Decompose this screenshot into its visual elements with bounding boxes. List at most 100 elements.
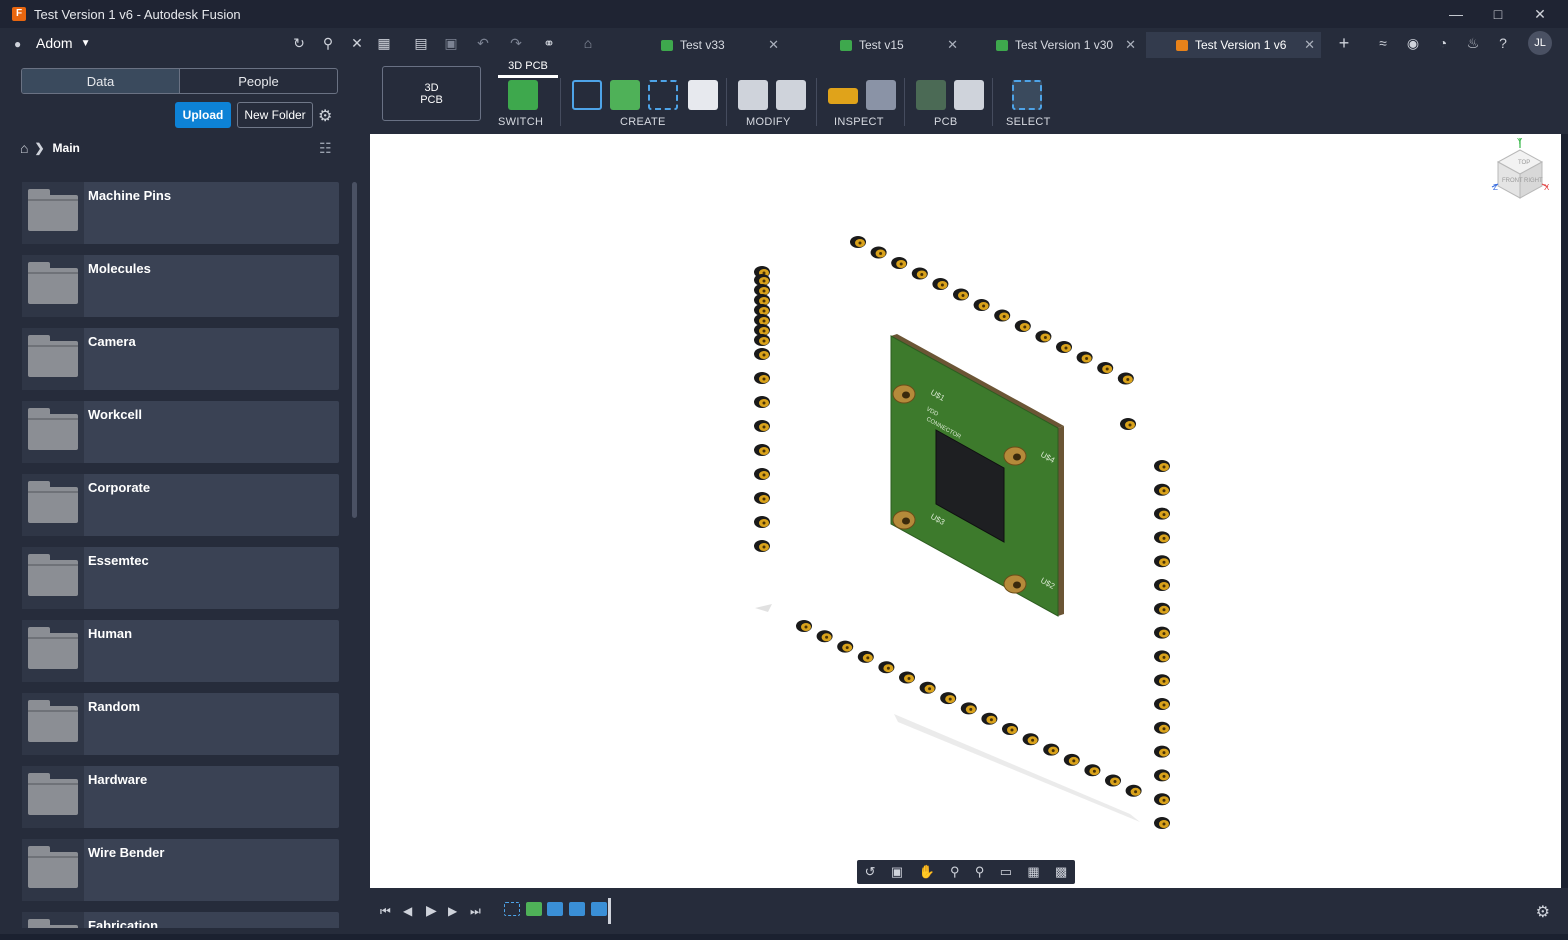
create-menu[interactable]: CREATE (620, 116, 666, 128)
pcb-menu[interactable]: PCB (934, 116, 958, 128)
folder-item[interactable]: Machine Pins (22, 182, 339, 244)
machine-pin[interactable] (796, 620, 812, 632)
machine-pin[interactable] (1097, 362, 1114, 374)
undo-icon[interactable]: ↶ (470, 30, 496, 56)
machine-pin[interactable] (1043, 743, 1060, 756)
machine-pin[interactable] (857, 650, 874, 663)
switch-menu[interactable]: SWITCH (498, 116, 543, 128)
app-grid-icon[interactable]: ▦ (371, 30, 397, 56)
machine-pin[interactable] (1154, 483, 1170, 496)
folder-item[interactable]: Random (22, 693, 339, 755)
machine-pin[interactable] (1120, 418, 1136, 430)
link-icon[interactable]: ⚭ (536, 30, 562, 56)
select-window-icon[interactable] (1012, 80, 1042, 110)
folder-item[interactable]: Wire Bender (22, 839, 339, 901)
minimize-icon[interactable]: — (1434, 0, 1478, 28)
tab-test-v15[interactable]: Test v15 ✕ (834, 32, 964, 58)
machine-pin[interactable] (870, 246, 887, 259)
step-forward-icon[interactable]: ▶ (448, 904, 457, 918)
create-box-icon[interactable] (688, 80, 718, 110)
tab-test-version-1-v30[interactable]: Test Version 1 v30 ✕ (990, 32, 1142, 58)
timeline-component-feature[interactable] (526, 902, 542, 916)
close-icon[interactable]: ✕ (1518, 0, 1562, 28)
machine-pin[interactable] (1014, 320, 1031, 332)
tab-3d-pcb[interactable]: 3D PCB (498, 60, 558, 78)
machine-pin[interactable] (1022, 733, 1039, 746)
search-icon[interactable]: ⚲ (315, 30, 341, 56)
pcb-board[interactable]: U$1 U$4 U$3 U$2 VDD CONNECTOR (890, 334, 1064, 617)
machine-pin[interactable] (1154, 555, 1170, 568)
folder-list-scrollbar[interactable] (352, 182, 357, 518)
tab-data[interactable]: Data (22, 69, 179, 93)
close-panel-icon[interactable]: ✕ (344, 30, 370, 56)
machine-pin[interactable] (994, 309, 1011, 322)
folder-item[interactable]: Workcell (22, 401, 339, 463)
machine-pin[interactable] (1105, 774, 1121, 787)
machine-pin[interactable] (754, 468, 770, 480)
save-icon[interactable]: ▣ (438, 30, 464, 56)
create-component-icon[interactable] (610, 80, 640, 110)
folder-item[interactable]: Human (22, 620, 339, 682)
machine-pin[interactable] (1154, 531, 1170, 544)
tab-people[interactable]: People (179, 69, 337, 93)
online-status-icon[interactable]: ◉ (1400, 30, 1426, 56)
machine-pin[interactable] (1056, 341, 1072, 353)
machine-pin[interactable] (754, 540, 770, 552)
redo-icon[interactable]: ↷ (503, 30, 529, 56)
machine-pin[interactable] (1154, 721, 1170, 734)
new-tab-icon[interactable]: + (1331, 30, 1357, 56)
viewports-icon[interactable]: ▩ (1055, 864, 1067, 880)
tab-close-icon[interactable]: ✕ (1125, 37, 1136, 53)
gear-icon[interactable]: ⚙ (318, 106, 332, 126)
timeline-pcb-feature[interactable] (591, 902, 607, 916)
timeline-extrude-feature[interactable] (569, 902, 585, 916)
pan-icon[interactable]: ✋ (919, 864, 935, 880)
machine-pin[interactable] (1154, 460, 1170, 472)
file-menu-icon[interactable]: ▤ (408, 30, 434, 56)
step-back-icon[interactable]: ◀ (403, 904, 412, 918)
look-at-icon[interactable]: ▣ (891, 864, 903, 880)
folder-item[interactable]: Fabrication (22, 912, 339, 928)
machine-pin[interactable] (1154, 817, 1170, 829)
machine-pin[interactable] (1084, 764, 1101, 777)
upload-button[interactable]: Upload (175, 102, 231, 128)
machine-pin[interactable] (1154, 650, 1170, 663)
modify-menu[interactable]: MODIFY (746, 116, 791, 128)
machine-pin[interactable] (878, 661, 895, 674)
tab-close-icon[interactable]: ✕ (1304, 37, 1315, 53)
tab-test-v33[interactable]: Test v33 ✕ (655, 32, 785, 58)
folder-item[interactable]: Hardware (22, 766, 339, 828)
pcb-settings-icon[interactable] (954, 80, 984, 110)
machine-pin[interactable] (1125, 784, 1142, 797)
machine-pin[interactable] (1154, 745, 1170, 758)
view-cube[interactable]: TOP FRONT RIGHT Y Z X (1491, 137, 1550, 199)
inspect-menu[interactable]: INSPECT (834, 116, 884, 128)
refresh-icon[interactable]: ↻ (286, 30, 312, 56)
machine-pin[interactable] (919, 681, 936, 694)
skip-to-start-icon[interactable]: ⏮ (380, 904, 391, 919)
job-status-icon[interactable]: ◔ (1430, 30, 1456, 56)
3d-canvas[interactable]: TOP FRONT RIGHT Y Z X U$1 U$4 U$3 U$2 VD… (370, 134, 1561, 888)
folder-item[interactable]: Essemtec (22, 547, 339, 609)
maximize-icon[interactable]: □ (1476, 0, 1520, 28)
machine-pin[interactable] (1154, 674, 1170, 687)
machine-pin[interactable] (754, 396, 770, 408)
play-icon[interactable]: ▶ (426, 902, 437, 919)
machine-pin[interactable] (754, 348, 770, 360)
help-icon[interactable]: ? (1490, 30, 1516, 56)
machine-pin[interactable] (940, 692, 957, 705)
machine-pin[interactable] (837, 640, 854, 653)
timeline-settings-gear-icon[interactable]: ⚙ (1536, 902, 1550, 922)
skip-to-end-icon[interactable]: ⏭ (470, 904, 481, 919)
machine-pin[interactable] (754, 334, 770, 346)
workspace-switcher[interactable]: 3D PCB (382, 66, 481, 121)
machine-pin[interactable] (850, 236, 866, 248)
machine-pin[interactable] (953, 288, 969, 301)
machine-pin[interactable] (960, 702, 977, 715)
folder-item[interactable]: Corporate (22, 474, 339, 536)
machine-pin[interactable] (1154, 793, 1170, 806)
push-pull-icon[interactable] (738, 80, 768, 110)
machine-pin[interactable] (911, 267, 928, 280)
machine-pin[interactable] (1154, 626, 1170, 639)
machine-pin[interactable] (1063, 753, 1080, 766)
